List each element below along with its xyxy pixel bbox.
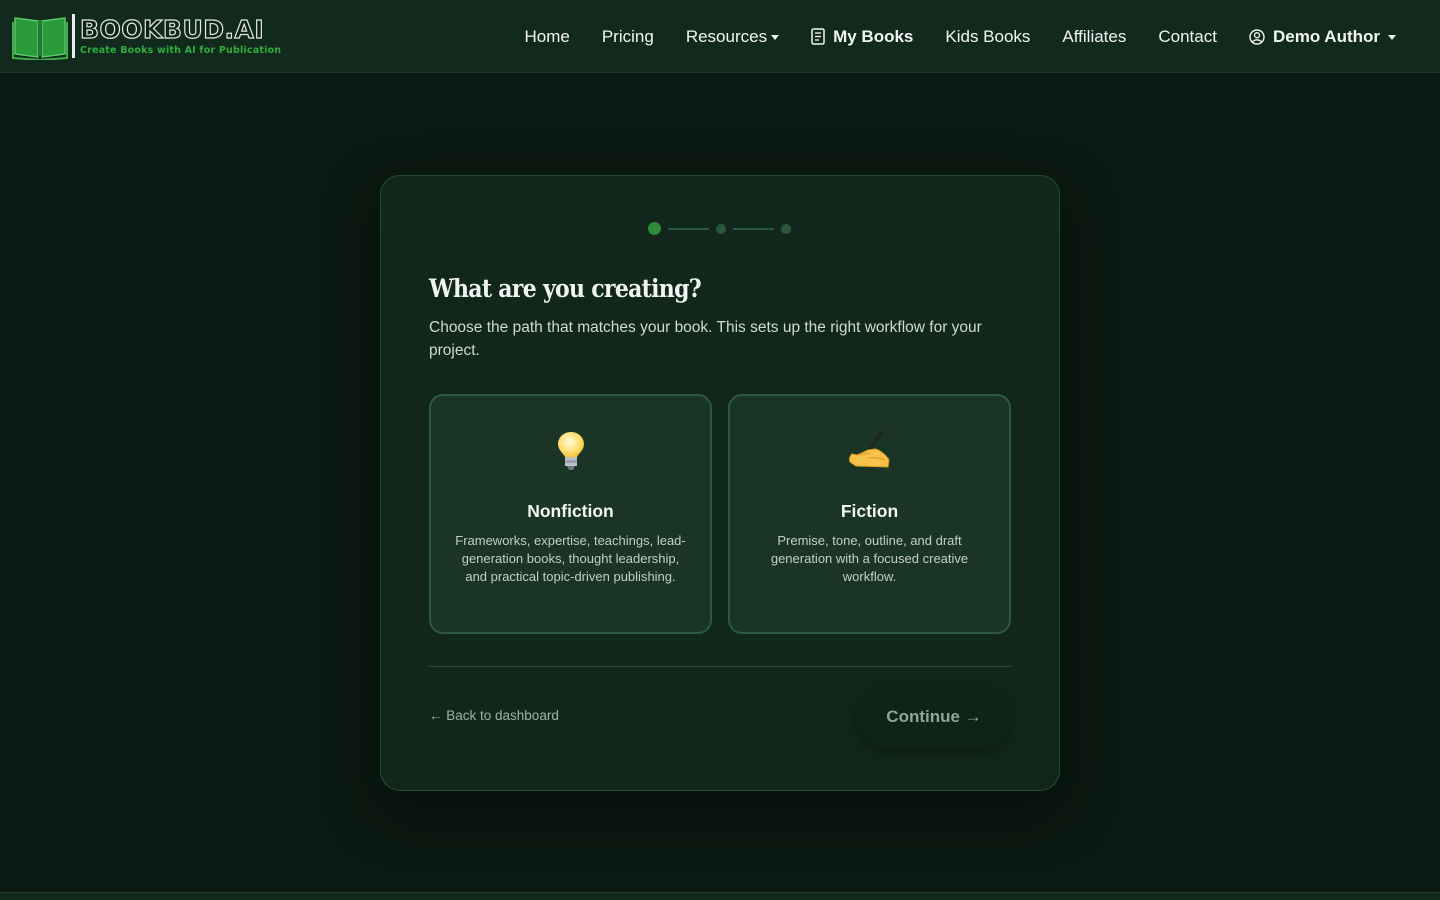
nav-home[interactable]: Home — [508, 0, 585, 73]
brand-divider — [72, 14, 75, 58]
nav-pricing[interactable]: Pricing — [586, 0, 670, 73]
nav-home-label: Home — [524, 26, 570, 46]
step-2-dot — [716, 223, 726, 234]
brand-logo[interactable]: BOOKBUD.AI Create Books with AI for Publ… — [12, 11, 282, 62]
nav-affiliates[interactable]: Affiliates — [1046, 0, 1142, 73]
brand-name: BOOKBUD.AI — [79, 14, 265, 44]
wizard-title: What are you creating? — [429, 274, 702, 303]
chevron-down-icon — [771, 35, 780, 40]
continue-button[interactable]: Continue → — [857, 686, 1011, 748]
notebook-icon — [811, 28, 825, 45]
chevron-down-icon — [1388, 35, 1396, 40]
step-connector — [733, 227, 774, 230]
nav-kids-books[interactable]: Kids Books — [929, 0, 1046, 73]
back-to-dashboard-link[interactable]: ← Back to dashboard — [429, 708, 559, 723]
step-1-dot-active — [648, 222, 661, 235]
footer-divider — [429, 666, 1011, 667]
nav-resources-dropdown[interactable]: Resources — [670, 0, 795, 73]
nav-kids-books-label: Kids Books — [945, 26, 1031, 46]
user-circle-icon — [1249, 28, 1265, 45]
nav-my-books-label: My Books — [833, 26, 914, 46]
nav-pricing-label: Pricing — [601, 26, 654, 46]
book-type-wizard-card: What are you creating? Choose the path t… — [380, 175, 1060, 791]
nav-my-books[interactable]: My Books — [795, 0, 929, 73]
brand-tagline: Create Books with AI for Publication — [80, 44, 282, 56]
brand-text: BOOKBUD.AI Create Books with AI for Publ… — [79, 14, 282, 56]
lightbulb-icon — [431, 430, 710, 474]
nav-contact[interactable]: Contact — [1142, 0, 1233, 73]
step-connector — [668, 227, 709, 230]
user-name: Demo Author — [1272, 26, 1380, 46]
wizard-subtitle: Choose the path that matches your book. … — [429, 319, 982, 359]
option-nonfiction-description: Frameworks, expertise, teachings, lead-g… — [455, 533, 686, 584]
user-menu-dropdown[interactable]: Demo Author — [1233, 0, 1412, 73]
option-nonfiction-title: Nonfiction — [527, 501, 614, 521]
top-navbar: BOOKBUD.AI Create Books with AI for Publ… — [0, 0, 1440, 73]
option-fiction-title: Fiction — [840, 501, 899, 521]
option-fiction-description: Premise, tone, outline, and draft genera… — [770, 533, 969, 584]
writing-hand-icon — [730, 430, 1009, 474]
main-nav: Home Pricing Resources My Books Kids Boo… — [508, 0, 1412, 73]
page-footer-edge — [0, 892, 1440, 900]
nav-resources-label: Resources — [685, 26, 768, 46]
option-nonfiction[interactable]: Nonfiction Frameworks, expertise, teachi… — [429, 394, 712, 634]
nav-affiliates-label: Affiliates — [1062, 26, 1127, 46]
step-indicator — [648, 222, 791, 235]
option-fiction[interactable]: Fiction Premise, tone, outline, and draf… — [728, 394, 1011, 634]
step-3-dot — [781, 223, 791, 234]
open-book-icon — [12, 12, 68, 62]
nav-contact-label: Contact — [1158, 26, 1217, 46]
